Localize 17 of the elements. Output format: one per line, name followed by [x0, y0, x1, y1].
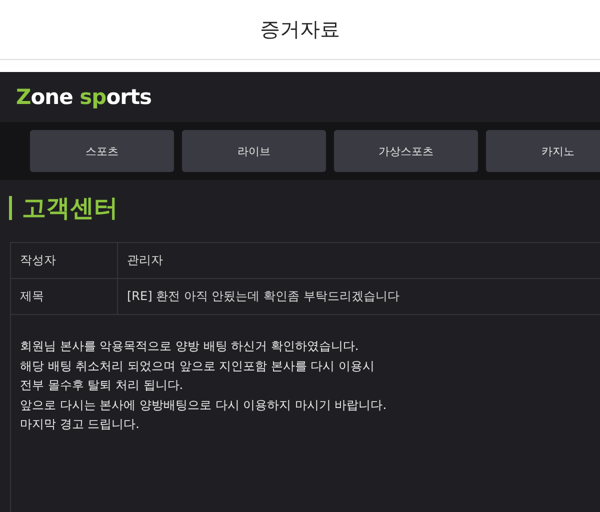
field-label: 제목 — [10, 279, 118, 314]
message-line: 회원님 본사를 악용목적으로 양방 배팅 하신거 확인하였습니다. — [20, 338, 360, 355]
message-line: 해당 배팅 취소처리 되었으며 앞으로 지인포함 본사를 다시 이용시 — [20, 358, 376, 374]
logo: Zone sports — [16, 85, 152, 109]
nav-button[interactable]: 스포츠 — [30, 130, 174, 172]
accent-bar — [9, 196, 12, 220]
message-line: 전부 몰수후 탈퇴 처리 됩니다. — [20, 377, 184, 394]
message-line: 마지막 경고 드립니다. — [20, 416, 140, 433]
message-line: 앞으로 다시는 본사에 양방배팅으로 다시 이용하지 마시기 바랍니다. — [20, 396, 388, 414]
field-value: 관리자 — [126, 252, 164, 269]
nav-button[interactable]: 카지노 — [486, 130, 600, 172]
field-label: 작성자 — [10, 243, 118, 278]
nav-button[interactable]: 라이브 — [182, 130, 326, 172]
field-value: [RE] 환전 아직 안됬는데 확인좀 부탁드리겠습니다 — [126, 288, 400, 305]
page-title: 증거자료 — [260, 16, 340, 43]
nav-button[interactable]: 가상스포츠 — [334, 130, 478, 172]
section-title: 고객센터 — [22, 193, 118, 224]
